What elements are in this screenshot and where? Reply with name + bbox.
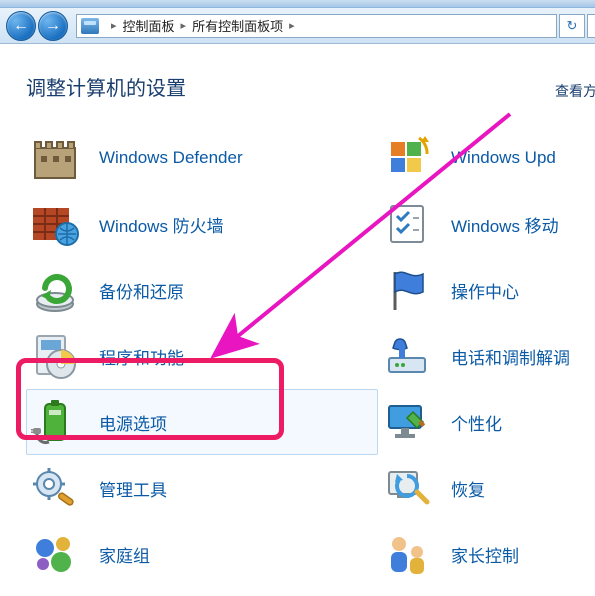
content-header: 调整计算机的设置 查看方 xyxy=(0,44,595,119)
breadcrumb-sep-icon: ▸ xyxy=(181,19,187,32)
item-label: Windows 防火墙 xyxy=(99,212,224,237)
item-label: 程序和功能 xyxy=(99,344,184,369)
control-panel-items: Windows Defender Windows 防火墙 备份和还原 程序和功能 xyxy=(0,119,595,587)
item-personalization[interactable]: 个性化 xyxy=(378,389,578,455)
search-box-edge[interactable] xyxy=(587,14,595,38)
back-button[interactable]: ← xyxy=(6,11,36,41)
item-label: 管理工具 xyxy=(99,476,167,501)
castle-wall-icon xyxy=(29,132,81,184)
item-label: Windows Defender xyxy=(99,148,243,168)
refresh-button[interactable]: ↻ xyxy=(559,14,585,38)
item-phone-modem[interactable]: 电话和调制解调 xyxy=(378,323,578,389)
item-label: 家庭组 xyxy=(99,542,150,567)
monitor-paint-icon xyxy=(381,396,433,448)
forward-button[interactable]: → xyxy=(38,11,68,41)
homegroup-icon xyxy=(29,528,81,580)
flag-icon xyxy=(381,264,433,316)
refresh-icon: ↻ xyxy=(567,18,578,34)
item-label: Windows 移动 xyxy=(451,212,559,237)
items-column-left: Windows Defender Windows 防火墙 备份和还原 程序和功能 xyxy=(26,125,378,587)
item-windows-update[interactable]: Windows Upd xyxy=(378,125,578,191)
items-column-right: Windows Upd Windows 移动 操作中心 电话和调制解调 个性化 xyxy=(378,125,578,587)
cd-box-icon xyxy=(29,330,81,382)
item-label: 家长控制 xyxy=(451,542,519,567)
battery-plug-icon xyxy=(29,396,81,448)
item-label: 备份和还原 xyxy=(99,278,184,303)
address-bar: ← → ▸ 控制面板 ▸ 所有控制面板项 ▸ ↻ xyxy=(0,8,595,44)
item-action-center[interactable]: 操作中心 xyxy=(378,257,578,323)
item-label: 操作中心 xyxy=(451,278,519,303)
breadcrumb-sep-icon: ▸ xyxy=(111,19,117,32)
breadcrumb-root[interactable]: 控制面板 xyxy=(123,16,175,35)
window-top-edge xyxy=(0,0,595,8)
item-programs-features[interactable]: 程序和功能 xyxy=(26,323,378,389)
item-recovery[interactable]: 恢复 xyxy=(378,455,578,521)
brick-wall-globe-icon xyxy=(29,198,81,250)
recovery-icon xyxy=(381,462,433,514)
gear-tools-icon xyxy=(29,462,81,514)
people-icon xyxy=(381,528,433,580)
item-label: Windows Upd xyxy=(451,148,556,168)
item-parental-controls[interactable]: 家长控制 xyxy=(378,521,578,587)
item-power-options[interactable]: 电源选项 xyxy=(26,389,378,455)
item-windows-firewall[interactable]: Windows 防火墙 xyxy=(26,191,378,257)
breadcrumb[interactable]: ▸ 控制面板 ▸ 所有控制面板项 ▸ xyxy=(76,14,557,38)
backup-restore-icon xyxy=(29,264,81,316)
item-windows-mobility[interactable]: Windows 移动 xyxy=(378,191,578,257)
item-backup-restore[interactable]: 备份和还原 xyxy=(26,257,378,323)
item-label: 电源选项 xyxy=(99,410,167,435)
checklist-icon xyxy=(381,198,433,250)
windows-update-icon xyxy=(381,132,433,184)
item-homegroup[interactable]: 家庭组 xyxy=(26,521,378,587)
breadcrumb-current[interactable]: 所有控制面板项 xyxy=(192,16,283,35)
arrow-right-icon: → xyxy=(45,17,61,35)
item-label: 个性化 xyxy=(451,410,502,435)
phone-modem-icon xyxy=(381,330,433,382)
arrow-left-icon: ← xyxy=(13,17,29,35)
item-label: 电话和调制解调 xyxy=(451,344,570,369)
item-admin-tools[interactable]: 管理工具 xyxy=(26,455,378,521)
item-windows-defender[interactable]: Windows Defender xyxy=(26,125,378,191)
page-title: 调整计算机的设置 xyxy=(26,72,186,101)
view-by-label[interactable]: 查看方 xyxy=(555,81,595,101)
breadcrumb-sep-icon: ▸ xyxy=(289,19,295,32)
item-label: 恢复 xyxy=(451,476,485,501)
control-panel-icon xyxy=(81,18,99,34)
